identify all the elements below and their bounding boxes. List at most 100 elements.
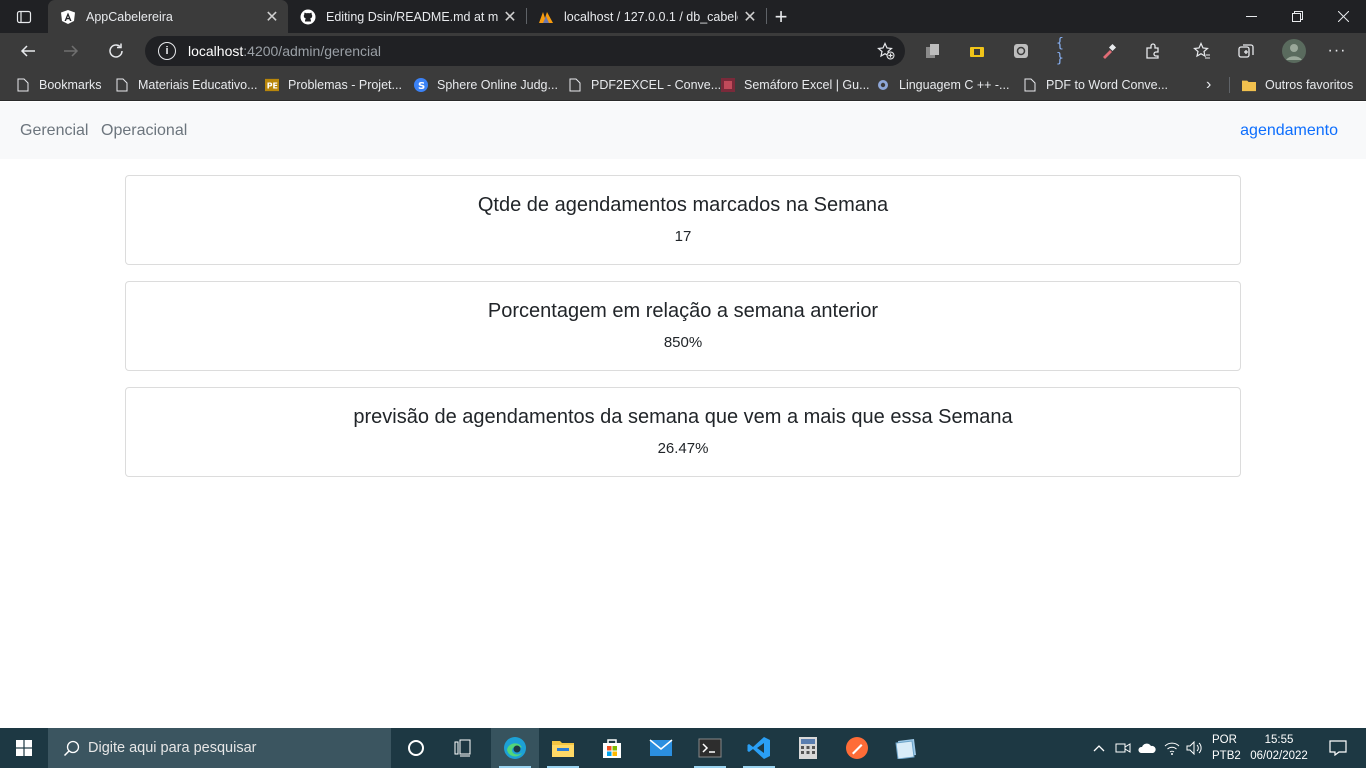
new-tab-button[interactable]: +: [768, 4, 794, 30]
folder-icon: [1242, 78, 1256, 92]
other-favorites-label: Outros favoritos: [1265, 78, 1354, 92]
json-extension-icon[interactable]: { }: [1056, 36, 1074, 66]
refresh-icon: [109, 43, 123, 58]
bookmark-item[interactable]: Materiais Educativo...: [115, 74, 258, 96]
tab-github-readme[interactable]: Editing Dsin/README.md at main ✕: [288, 0, 526, 33]
input-language-indicator[interactable]: POR PTB2: [1212, 732, 1241, 764]
wifi-icon[interactable]: [1162, 728, 1182, 768]
favorites-icon[interactable]: [1193, 42, 1211, 60]
browser-toolbar: i localhost:4200/admin/gerencial { } ···: [0, 33, 1366, 69]
svg-text:S: S: [418, 81, 425, 92]
calculator-icon: [799, 737, 817, 759]
eyedropper-extension-icon[interactable]: [1100, 42, 1118, 60]
capture-extension-icon[interactable]: [1012, 42, 1030, 60]
tab-title: AppCabelereira: [86, 9, 173, 24]
clock-time: 15:55: [1264, 734, 1294, 746]
bookmark-item[interactable]: S Sphere Online Judg...: [414, 74, 558, 96]
tab-separator: [766, 8, 767, 24]
store-icon: [603, 739, 621, 758]
notification-center-button[interactable]: [1318, 728, 1358, 768]
tab-appcabelereira[interactable]: AppCabelereira ✕: [48, 0, 288, 33]
cortana-button[interactable]: [392, 728, 440, 768]
card-value: 17: [674, 228, 692, 245]
other-favorites-folder[interactable]: Outros favoritos: [1242, 74, 1353, 96]
site-info-icon[interactable]: i: [158, 42, 176, 60]
postman-icon: [846, 737, 868, 759]
url-text[interactable]: localhost:4200/admin/gerencial: [188, 43, 381, 59]
show-hidden-icons-button[interactable]: [1090, 728, 1108, 768]
close-tab-icon[interactable]: ✕: [260, 5, 284, 29]
browser-tab-bar: AppCabelereira ✕ Editing Dsin/README.md …: [0, 0, 1366, 33]
nav-link-operacional[interactable]: Operacional: [101, 122, 187, 140]
close-tab-icon[interactable]: ✕: [498, 5, 522, 29]
nav-link-agendamento[interactable]: agendamento: [1240, 122, 1338, 140]
close-icon: [1337, 11, 1349, 22]
search-icon: [62, 739, 80, 757]
bookmark-item[interactable]: PDF2EXCEL - Conve...: [568, 74, 721, 96]
taskbar-terminal[interactable]: [686, 728, 734, 768]
stat-card-percent-previous-week: Porcentagem em relação a semana anterior…: [125, 281, 1241, 371]
restore-button[interactable]: [1274, 0, 1320, 33]
windows-logo-icon: [16, 740, 32, 756]
taskbar-search-box[interactable]: Digite aqui para pesquisar: [48, 728, 391, 768]
c-icon: [876, 78, 890, 92]
taskbar-clock[interactable]: 15:55 06/02/2022: [1248, 732, 1310, 764]
taskbar-vscode[interactable]: [735, 728, 783, 768]
taskbar-store[interactable]: [588, 728, 636, 768]
refresh-button[interactable]: [101, 36, 131, 66]
task-view-icon: [454, 739, 471, 757]
bookmark-item[interactable]: PDF to Word Conve...: [1023, 74, 1168, 96]
bookmark-item[interactable]: Semáforo Excel | Gu...: [721, 74, 870, 96]
task-view-button[interactable]: [440, 728, 488, 768]
bookmark-item[interactable]: PE Problemas - Projet...: [265, 74, 402, 96]
more-menu-icon[interactable]: ···: [1328, 42, 1346, 60]
onedrive-icon[interactable]: [1137, 728, 1157, 768]
bookmarks-bar: Bookmarks Materiais Educativo... PE Prob…: [0, 69, 1366, 101]
card-title: previsão de agendamentos da semana que v…: [353, 406, 1013, 428]
nav-link-gerencial[interactable]: Gerencial: [20, 122, 88, 140]
bookmarks-separator: [1229, 77, 1230, 93]
stat-card-next-week-forecast: previsão de agendamentos da semana que v…: [125, 387, 1241, 477]
tray-meet-icon[interactable]: [1114, 728, 1132, 768]
excel-icon: [721, 78, 735, 92]
svg-text:PE: PE: [267, 82, 278, 91]
taskbar-file-explorer[interactable]: [539, 728, 587, 768]
url-host: localhost: [188, 43, 244, 59]
back-button[interactable]: [13, 36, 43, 66]
minimize-button[interactable]: [1228, 0, 1274, 33]
add-favorite-icon[interactable]: [877, 42, 895, 60]
address-bar[interactable]: i localhost:4200/admin/gerencial: [145, 36, 905, 66]
taskbar-notes-app[interactable]: [882, 728, 930, 768]
bookmark-label: Materiais Educativo...: [138, 78, 258, 92]
folder-extension-icon[interactable]: [968, 42, 986, 60]
app-navbar: Gerencial Operacional agendamento: [0, 102, 1366, 159]
forward-button[interactable]: [56, 36, 86, 66]
edge-icon: [504, 737, 526, 759]
close-tab-icon[interactable]: ✕: [738, 5, 762, 29]
bookmark-label: PDF to Word Conve...: [1046, 78, 1169, 92]
angular-icon: [60, 9, 76, 25]
taskbar-calculator[interactable]: [784, 728, 832, 768]
extensions-puzzle-icon[interactable]: [1144, 42, 1162, 60]
tab-phpmyadmin[interactable]: localhost / 127.0.0.1 / db_cabeler ✕: [526, 0, 766, 33]
taskbar-mail[interactable]: [637, 728, 685, 768]
profile-avatar[interactable]: [1282, 39, 1306, 63]
close-window-button[interactable]: [1320, 0, 1366, 33]
collections-extension-icon[interactable]: [924, 42, 942, 60]
card-value: 26.47%: [657, 440, 709, 457]
github-icon: [300, 9, 316, 25]
cortana-circle-icon: [408, 740, 424, 756]
search-placeholder: Digite aqui para pesquisar: [88, 740, 257, 756]
volume-icon[interactable]: [1185, 728, 1205, 768]
bookmark-item[interactable]: Linguagem C ++ -...: [876, 74, 1009, 96]
folder-icon: [552, 741, 574, 757]
taskbar-postman[interactable]: [833, 728, 881, 768]
collections-icon[interactable]: [1237, 42, 1255, 60]
tab-title: Editing Dsin/README.md at main: [326, 9, 498, 24]
tab-actions-button[interactable]: [0, 0, 48, 33]
start-button[interactable]: [0, 728, 48, 768]
bookmarks-overflow-button[interactable]: ›: [1206, 74, 1211, 96]
chevron-right-icon: ›: [1206, 76, 1212, 93]
taskbar-edge[interactable]: [491, 728, 539, 768]
bookmark-item[interactable]: Bookmarks: [16, 74, 102, 96]
